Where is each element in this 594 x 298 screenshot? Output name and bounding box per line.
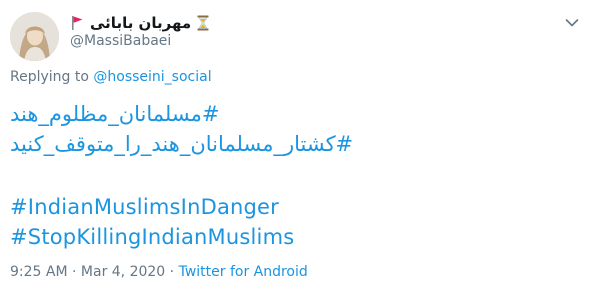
triangular-flag-icon <box>70 15 84 31</box>
tweet-time[interactable]: 9:25 AM <box>10 264 68 280</box>
name-row: مهربان بابائی <box>70 12 209 34</box>
tweet-metadata: 9:25 AM · Mar 4, 2020 · Twitter for Andr… <box>10 264 308 280</box>
source-app-link[interactable]: Twitter for Android <box>179 264 308 280</box>
user-handle[interactable]: @MassiBabaei <box>70 33 171 49</box>
reply-mention-link[interactable]: @hosseini_social <box>93 69 211 85</box>
more-options-button[interactable] <box>564 14 580 30</box>
hourglass-icon <box>197 15 209 31</box>
hashtag-link[interactable]: #مسلمانان_مظلوم_هند <box>10 99 584 129</box>
hashtag-link[interactable]: #IndianMuslimsInDanger <box>10 192 584 222</box>
replying-to-label: Replying to <box>10 69 89 85</box>
tweet-date[interactable]: Mar 4, 2020 <box>81 264 165 280</box>
separator-dot: · <box>72 264 77 280</box>
line-break <box>10 159 584 192</box>
replying-to: Replying to @hosseini_social <box>10 69 212 85</box>
hashtag-link[interactable]: #StopKillingIndianMuslims <box>10 222 584 252</box>
separator-dot: · <box>169 264 175 280</box>
display-name[interactable]: مهربان بابائی <box>90 14 191 32</box>
tweet-card: مهربان بابائی @MassiBabaei Replying to @… <box>0 0 594 298</box>
avatar-image <box>10 12 59 61</box>
tweet-body: #مسلمانان_مظلوم_هند #کشتار_مسلمانان_هند_… <box>10 99 584 252</box>
avatar[interactable] <box>10 12 59 61</box>
chevron-down-icon <box>565 13 579 32</box>
hashtag-link[interactable]: #کشتار_مسلمانان_هند_را_متوقف_کنید <box>10 129 584 159</box>
